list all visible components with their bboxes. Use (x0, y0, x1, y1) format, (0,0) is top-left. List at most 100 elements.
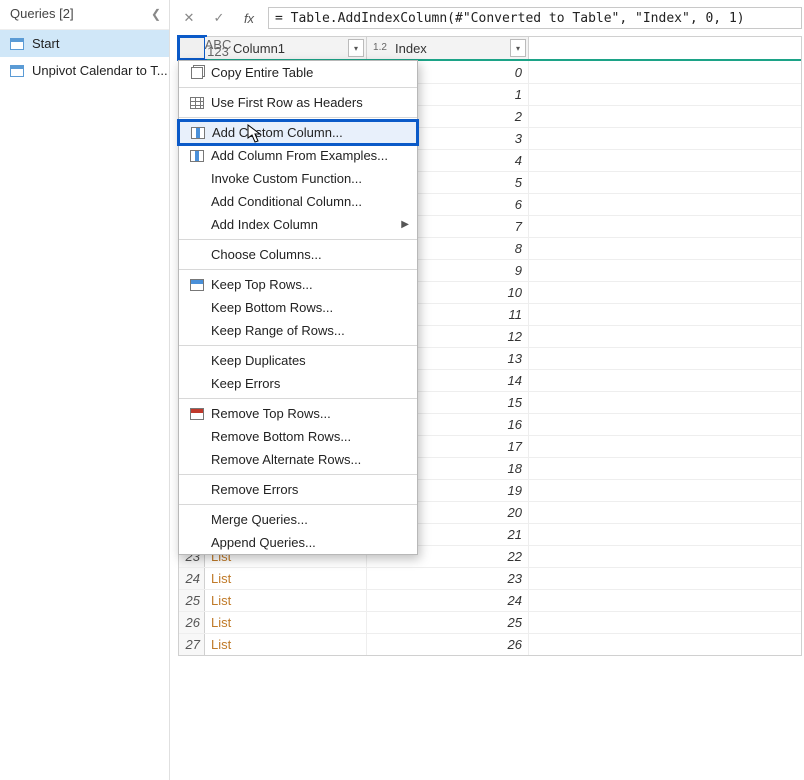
copy-icon (187, 67, 207, 79)
menu-item-append-queries[interactable]: Append Queries... (179, 531, 417, 554)
datatype-decimal-icon[interactable]: 1.2 (371, 43, 389, 53)
accept-formula-button[interactable]: ✓ (208, 7, 230, 29)
removetop-icon (187, 408, 207, 420)
table-row[interactable]: 26 List 25 (179, 611, 801, 633)
cell-column1[interactable]: List (205, 568, 367, 589)
menu-item-label: Remove Top Rows... (207, 406, 409, 421)
menu-item-add-index-column[interactable]: Add Index Column▶ (179, 213, 417, 236)
column-headers: ABC123 Column1 ▾ 1.2 Index ▾ (179, 37, 801, 61)
fx-icon: fx (244, 11, 254, 26)
menu-item-label: Keep Errors (207, 376, 409, 391)
column-name: Index (393, 41, 427, 56)
query-item-label: Start (32, 36, 59, 51)
table-row[interactable]: 24 List 23 (179, 567, 801, 589)
menu-item-merge-queries[interactable]: Merge Queries... (179, 508, 417, 531)
menu-item-label: Keep Bottom Rows... (207, 300, 409, 315)
menu-item-invoke-custom-function[interactable]: Invoke Custom Function... (179, 167, 417, 190)
menu-item-label: Invoke Custom Function... (207, 171, 409, 186)
menu-item-keep-duplicates[interactable]: Keep Duplicates (179, 349, 417, 372)
menu-item-copy-entire-table[interactable]: Copy Entire Table (179, 61, 417, 84)
cell-index[interactable]: 24 (367, 590, 529, 611)
menu-item-label: Remove Errors (207, 482, 409, 497)
column-filter-drop-icon[interactable]: ▾ (348, 39, 364, 57)
menu-separator (179, 269, 417, 270)
table-row[interactable]: 25 List 24 (179, 589, 801, 611)
menu-separator (179, 345, 417, 346)
menu-item-keep-bottom-rows[interactable]: Keep Bottom Rows... (179, 296, 417, 319)
list-link[interactable]: List (211, 571, 231, 586)
check-icon: ✓ (214, 10, 225, 26)
col-icon (187, 150, 207, 162)
row-number-cell[interactable]: 26 (179, 612, 205, 633)
menu-item-label: Keep Range of Rows... (207, 323, 409, 338)
query-item-unpivot[interactable]: Unpivot Calendar to T... (0, 57, 169, 84)
keeptop-icon (187, 279, 207, 291)
menu-separator (179, 239, 417, 240)
formula-bar: ✕ ✓ fx (178, 6, 802, 30)
col-icon (188, 127, 208, 139)
menu-item-label: Copy Entire Table (207, 65, 409, 80)
menu-item-keep-top-rows[interactable]: Keep Top Rows... (179, 273, 417, 296)
cell-index[interactable]: 23 (367, 568, 529, 589)
menu-separator (179, 504, 417, 505)
row-number-cell[interactable]: 27 (179, 634, 205, 655)
menu-separator (179, 474, 417, 475)
menu-item-remove-bottom-rows[interactable]: Remove Bottom Rows... (179, 425, 417, 448)
column-header-column1[interactable]: ABC123 Column1 ▾ (205, 37, 367, 59)
fx-button[interactable]: fx (238, 7, 260, 29)
cell-index[interactable]: 25 (367, 612, 529, 633)
menu-separator (179, 87, 417, 88)
queries-panel: Queries [2] ❮ Start Unpivot Calendar to … (0, 0, 170, 780)
cell-column1[interactable]: List (205, 590, 367, 611)
grid-icon (187, 97, 207, 109)
list-link[interactable]: List (211, 637, 231, 652)
formula-input[interactable] (268, 7, 802, 29)
menu-separator (179, 117, 417, 118)
menu-item-label: Merge Queries... (207, 512, 409, 527)
menu-item-use-first-row-as-headers[interactable]: Use First Row as Headers (179, 91, 417, 114)
table-corner-button[interactable] (179, 37, 205, 59)
queries-header: Queries [2] ❮ (0, 0, 169, 30)
cancel-formula-button[interactable]: ✕ (178, 7, 200, 29)
menu-item-label: Add Custom Column... (208, 125, 408, 140)
x-icon: ✕ (184, 10, 195, 26)
table-row[interactable]: 27 List 26 (179, 633, 801, 655)
menu-item-remove-errors[interactable]: Remove Errors (179, 478, 417, 501)
menu-item-label: Keep Top Rows... (207, 277, 409, 292)
menu-item-choose-columns[interactable]: Choose Columns... (179, 243, 417, 266)
menu-item-add-conditional-column[interactable]: Add Conditional Column... (179, 190, 417, 213)
menu-item-add-column-from-examples[interactable]: Add Column From Examples... (179, 144, 417, 167)
menu-item-add-custom-column[interactable]: Add Custom Column... (177, 119, 419, 146)
query-item-start[interactable]: Start (0, 30, 169, 57)
query-item-label: Unpivot Calendar to T... (32, 63, 168, 78)
menu-item-label: Remove Alternate Rows... (207, 452, 409, 467)
collapse-panel-icon[interactable]: ❮ (151, 7, 161, 21)
table-context-menu: Copy Entire Table Use First Row as Header… (178, 60, 418, 555)
row-number-cell[interactable]: 25 (179, 590, 205, 611)
menu-item-label: Append Queries... (207, 535, 409, 550)
menu-separator (179, 398, 417, 399)
menu-item-label: Choose Columns... (207, 247, 409, 262)
menu-item-remove-top-rows[interactable]: Remove Top Rows... (179, 402, 417, 425)
table-icon (10, 65, 24, 77)
menu-item-label: Add Conditional Column... (207, 194, 409, 209)
table-icon (10, 38, 24, 50)
list-link[interactable]: List (211, 615, 231, 630)
menu-item-remove-alternate-rows[interactable]: Remove Alternate Rows... (179, 448, 417, 471)
menu-item-label: Add Index Column (207, 217, 401, 232)
cell-index[interactable]: 26 (367, 634, 529, 655)
row-number-cell[interactable]: 24 (179, 568, 205, 589)
menu-item-label: Use First Row as Headers (207, 95, 409, 110)
datatype-any-icon[interactable]: ABC123 (209, 41, 227, 55)
menu-item-label: Remove Bottom Rows... (207, 429, 409, 444)
cell-column1[interactable]: List (205, 612, 367, 633)
column-filter-drop-icon[interactable]: ▾ (510, 39, 526, 57)
column-name: Column1 (231, 41, 285, 56)
menu-item-keep-errors[interactable]: Keep Errors (179, 372, 417, 395)
list-link[interactable]: List (211, 593, 231, 608)
menu-item-keep-range-of-rows[interactable]: Keep Range of Rows... (179, 319, 417, 342)
queries-title: Queries [2] (10, 6, 74, 21)
menu-item-label: Keep Duplicates (207, 353, 409, 368)
cell-column1[interactable]: List (205, 634, 367, 655)
column-header-index[interactable]: 1.2 Index ▾ (367, 37, 529, 59)
